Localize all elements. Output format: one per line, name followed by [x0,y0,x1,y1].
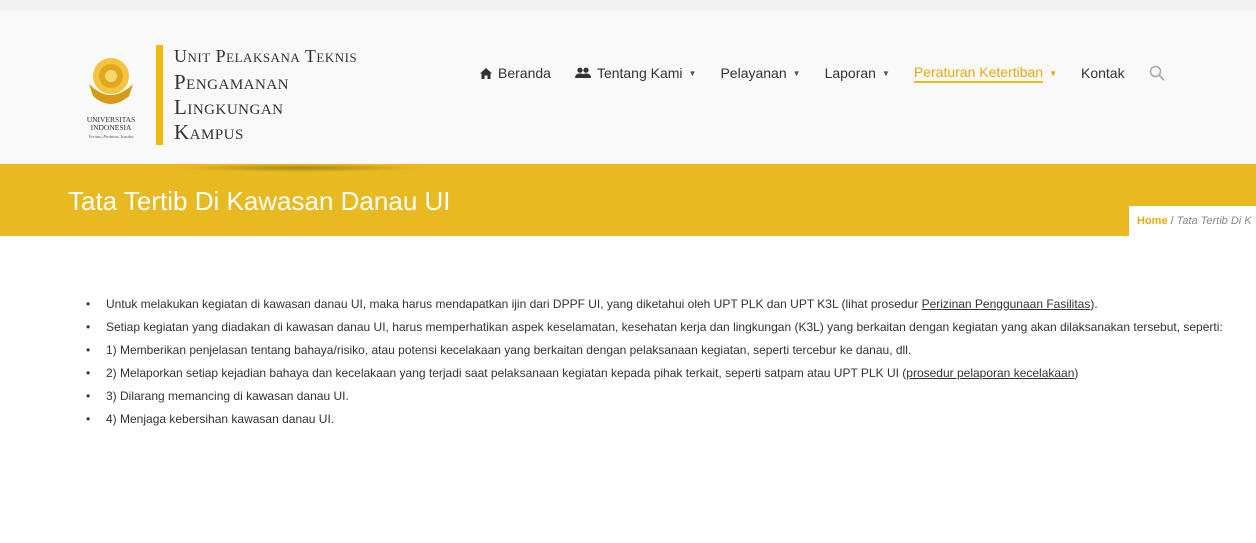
banner-shadow [180,164,420,172]
site-header: UNIVERSITAS INDONESIA Veritas, Probitas,… [0,10,1256,164]
rules-list: Untuk melakukan kegiatan di kawasan dana… [86,293,1236,431]
page-title-banner: Tata Tertib Di Kawasan Danau UI [0,164,1256,236]
rule-3-text: 1) Memberikan penjelasan tentang bahaya/… [106,343,912,357]
nav-label-pelayanan: Pelayanan [720,65,787,81]
breadcrumb-current: Tata Tertib Di K [1176,215,1252,227]
rule-6-text: 4) Menjaga kebersihan kawasan danau UI. [106,412,335,426]
chevron-down-icon: ▼ [792,68,801,78]
nav-item-peraturan-ketertiban[interactable]: Peraturan Ketertiban ▼ [913,64,1057,83]
nav-label-tentang-kami: Tentang Kami [596,65,683,81]
rule-1-after: ). [1090,297,1098,311]
rule-5-text: 3) Dilarang memancing di kawasan danau U… [106,389,349,403]
nav-item-tentang-kami[interactable]: Tentang Kami ▼ [574,65,697,81]
main-content: Untuk melakukan kegiatan di kawasan dana… [86,293,1236,431]
page-title: Tata Tertib Di Kawasan Danau UI [68,186,451,216]
chevron-down-icon: ▼ [1049,68,1057,78]
chevron-down-icon: ▼ [688,68,697,78]
logo-motto: Veritas, Probitas, Iustitia [88,134,134,140]
nav-item-pelayanan[interactable]: Pelayanan ▼ [720,65,800,81]
breadcrumb-separator: / [1170,215,1174,227]
brand-name[interactable]: Unit Pelaksana Teknis Pengamanan Lingkun… [174,46,357,145]
brand-line-2: Pengamanan [174,70,290,94]
brand-line-3: Lingkungan [174,95,284,119]
nav-label-peraturan-ketertiban: Peraturan Ketertiban [913,64,1044,83]
nav-item-laporan[interactable]: Laporan ▼ [825,65,890,81]
rule-4-text: 2) Melaporkan setiap kejadian bahaya dan… [106,366,907,380]
nav-label-laporan: Laporan [824,65,876,81]
rule-2-text: Setiap kegiatan yang diadakan di kawasan… [106,320,1223,334]
list-item: 1) Memberikan penjelasan tentang bahaya/… [86,339,1236,362]
list-item: 3) Dilarang memancing di kawasan danau U… [86,385,1236,408]
brand-line-4: Kampus [174,120,244,144]
perizinan-link[interactable]: Perizinan Penggunaan Fasilitas [922,297,1091,311]
nav-item-kontak[interactable]: Kontak [1081,65,1125,81]
users-icon [574,67,591,78]
home-icon [480,67,492,79]
rule-4-after: ) [1074,366,1079,380]
logo-text-line2: INDONESIA [91,123,132,132]
breadcrumb-home-link[interactable]: Home [1137,215,1168,227]
brand-accent-bar [156,45,163,145]
nav-item-beranda[interactable]: Beranda [480,65,551,81]
prosedur-pelaporan-link[interactable]: prosedur pelaporan kecelakaan [906,366,1074,380]
list-item: 4) Menjaga kebersihan kawasan danau UI. [86,408,1236,431]
nav-label-kontak: Kontak [1081,65,1125,81]
chevron-down-icon: ▼ [881,68,890,78]
brand-line-1: Unit Pelaksana Teknis [174,46,358,66]
search-icon[interactable] [1149,65,1165,81]
list-item: Untuk melakukan kegiatan di kawasan dana… [86,293,1236,316]
main-nav: Beranda Tentang Kami ▼ Pelayanan ▼ Lapor… [480,63,1165,83]
universitas-indonesia-logo[interactable]: UNIVERSITAS INDONESIA Veritas, Probitas,… [75,46,147,146]
rule-1-text: Untuk melakukan kegiatan di kawasan dana… [106,297,922,311]
list-item: 2) Melaporkan setiap kejadian bahaya dan… [86,362,1236,385]
nav-label-beranda: Beranda [498,65,551,81]
list-item: Setiap kegiatan yang diadakan di kawasan… [86,316,1236,339]
breadcrumb: Home / Tata Tertib Di K [1129,206,1256,236]
top-shadow-strip [0,0,1256,10]
